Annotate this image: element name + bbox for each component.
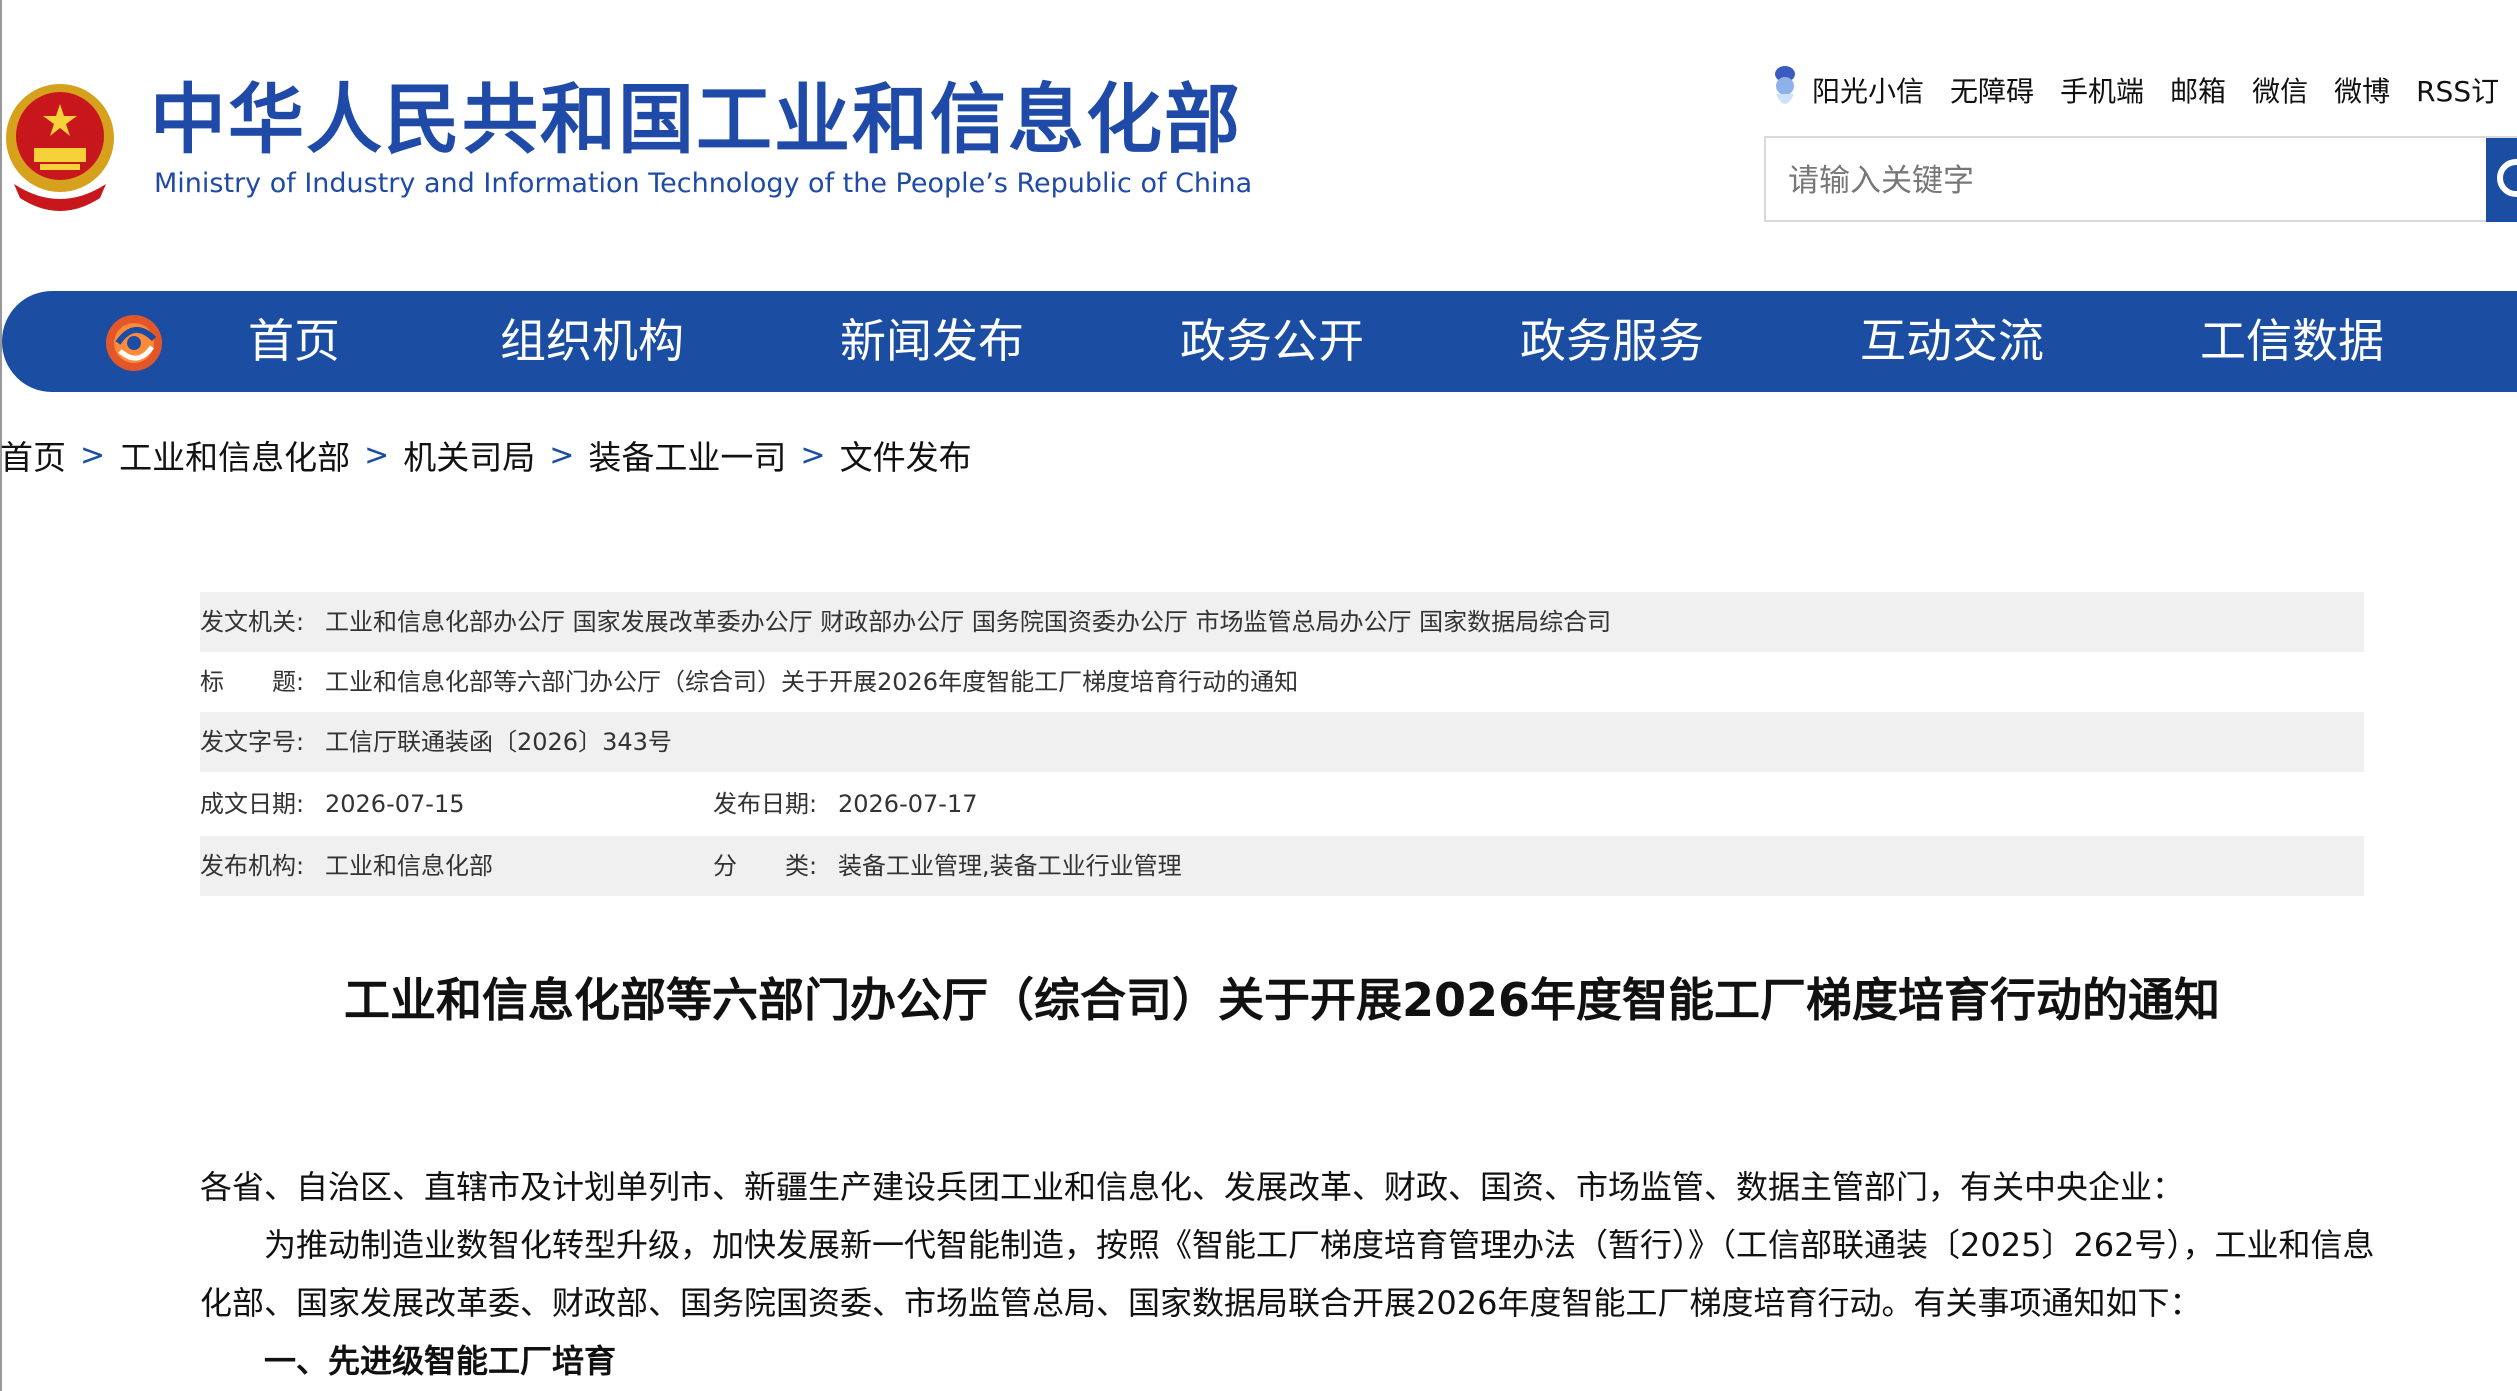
meta-label: 成文日期: [200, 790, 305, 818]
meta-value: 工业和信息化部等六部门办公厅（综合司）关于开展2026年度智能工厂梯度培育行动的… [325, 668, 1299, 696]
document-title: 工业和信息化部等六部门办公厅（综合司）关于开展2026年度智能工厂梯度培育行动的… [343, 973, 2221, 1027]
meta-label: 发文机关: [200, 608, 305, 636]
nav-data[interactable]: 工信数据 [2200, 291, 2384, 392]
meta-value: 工业和信息化部办公厅 国家发展改革委办公厅 财政部办公厅 国务院国资委办公厅 市… [325, 608, 1612, 636]
breadcrumb-departments[interactable]: 机关司局 [403, 431, 535, 479]
meta-label: 发布日期: [713, 790, 818, 818]
document-paragraph: 为推动制造业数智化转型升级，加快发展新一代智能制造，按照《智能工厂梯度培育管理办… [264, 1226, 2375, 1264]
breadcrumb-ministry[interactable]: 工业和信息化部 [119, 431, 350, 479]
section-heading: 一、先进级智能工厂培育 [264, 1342, 617, 1380]
breadcrumb-separator: > [364, 437, 390, 473]
meta-label: 标 题: [200, 668, 305, 696]
search-input[interactable] [1786, 152, 2390, 210]
meta-row-docno: 发文字号: 工信厅联通装函〔2026〕343号 [200, 712, 2364, 772]
meta-value: 工信厅联通装函〔2026〕343号 [325, 728, 672, 756]
meta-label: 发布机构: [200, 852, 305, 880]
breadcrumb-separator: > [80, 437, 106, 473]
link-weibo[interactable]: 微博 [2334, 70, 2390, 110]
meta-label: 分 类: [713, 852, 818, 880]
nav-organization[interactable]: 组织机构 [500, 291, 684, 392]
link-rss[interactable]: RSS订 [2416, 70, 2499, 110]
search-button[interactable] [2486, 138, 2517, 222]
link-sunshine[interactable]: 阳光小信 [1812, 70, 1924, 110]
document-paragraph: 化部、国家发展改革委、财政部、国务院国资委、市场监管总局、国家数据局联合开展20… [200, 1284, 2202, 1322]
breadcrumb-home[interactable]: 首页 [0, 431, 66, 479]
nav-interaction[interactable]: 互动交流 [1860, 291, 2044, 392]
top-links: 阳光小信 无障碍 手机端 邮箱 微信 微博 RSS订 [1768, 66, 2499, 110]
national-emblem-icon [6, 84, 114, 211]
search-icon [2497, 159, 2517, 197]
meta-value: 装备工业管理,装备工业行业管理 [838, 852, 1182, 880]
nav-gov-services[interactable]: 政务服务 [1520, 291, 1704, 392]
nav-news[interactable]: 新闻发布 [840, 291, 1024, 392]
breadcrumb-separator: > [800, 437, 826, 473]
breadcrumb-equipment-dept[interactable]: 装备工业一司 [588, 431, 786, 479]
link-accessibility[interactable]: 无障碍 [1950, 70, 2034, 110]
meta-label: 发文字号: [200, 728, 305, 756]
site-title-en: Ministry of Industry and Information Tec… [154, 168, 1253, 199]
document-addressee: 各省、自治区、直辖市及计划单列市、新疆生产建设兵团工业和信息化、发展改革、财政、… [200, 1168, 2185, 1206]
link-mobile[interactable]: 手机端 [2060, 70, 2144, 110]
gear-logo-icon [106, 315, 162, 371]
link-wechat[interactable]: 微信 [2252, 70, 2308, 110]
nav-gov-affairs[interactable]: 政务公开 [1180, 291, 1364, 392]
meta-value: 工业和信息化部 [325, 852, 493, 880]
breadcrumb-separator: > [549, 437, 575, 473]
breadcrumb-documents[interactable]: 文件发布 [840, 431, 972, 479]
meta-value: 2026-07-17 [838, 790, 978, 818]
sunshine-mascot-icon [1775, 66, 1795, 104]
site-title-cn: 中华人民共和国工业和信息化部 [150, 75, 1242, 164]
meta-row-dates: 成文日期: 2026-07-15 发布日期: 2026-07-17 [200, 774, 2364, 834]
meta-value: 2026-07-15 [325, 790, 465, 818]
search-box [1764, 136, 2517, 222]
breadcrumb: 首页 > 工业和信息化部 > 机关司局 > 装备工业一司 > 文件发布 [0, 432, 972, 478]
nav-home[interactable]: 首页 [248, 291, 340, 392]
link-mail[interactable]: 邮箱 [2170, 70, 2226, 110]
meta-row-title: 标 题: 工业和信息化部等六部门办公厅（综合司）关于开展2026年度智能工厂梯度… [200, 652, 2364, 712]
main-nav: 首页 组织机构 新闻发布 政务公开 政务服务 互动交流 工信数据 [2, 291, 2517, 392]
meta-row-org: 发布机构: 工业和信息化部 分 类: 装备工业管理,装备工业行业管理 [200, 836, 2364, 896]
meta-row-issuer: 发文机关: 工业和信息化部办公厅 国家发展改革委办公厅 财政部办公厅 国务院国资… [200, 592, 2364, 652]
